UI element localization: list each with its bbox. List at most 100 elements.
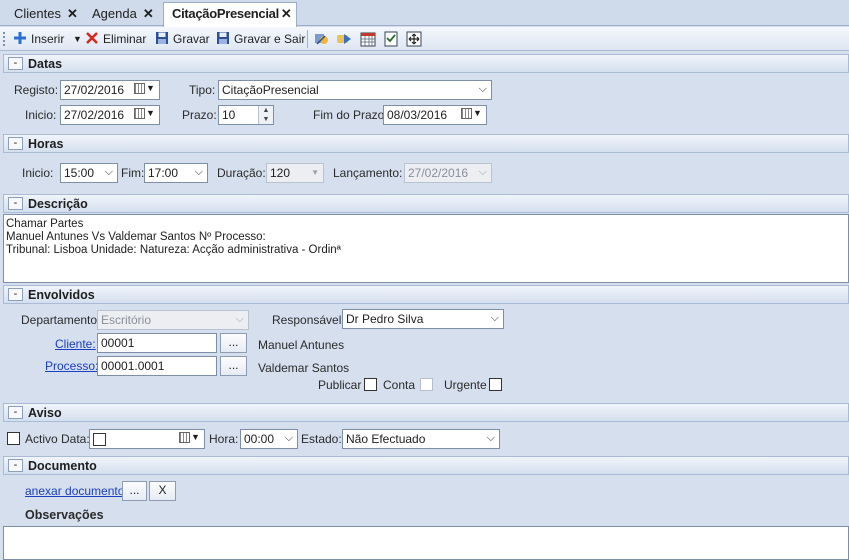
delete-button[interactable]: Eliminar [85,30,146,48]
tab-label: CitaçãoPresencial [172,6,279,21]
urgente-checkbox[interactable] [489,378,502,391]
tab-agenda[interactable]: Agenda ✕ [84,3,158,26]
close-icon[interactable]: ✕ [143,3,154,25]
save-label: Gravar [173,32,210,46]
registo-label: Registo: [14,83,59,97]
collapse-toggle[interactable]: - [8,137,23,150]
hora-inicio-value: 15:00 [64,166,95,180]
descricao-textarea[interactable]: Chamar Partes Manuel Antunes Vs Valdemar… [3,214,849,283]
prazo-label: Prazo: [182,108,217,122]
expand-icon[interactable] [406,31,422,47]
chevron-down-icon: ⌵ [486,432,495,444]
cliente-link[interactable]: Cliente: [55,337,96,351]
aviso-hora-value: 00:00 [244,432,275,446]
anexar-documento-link[interactable]: anexar documento [25,484,124,498]
section-title: Datas [28,57,63,71]
tipo-value: CitaçãoPresencial [222,83,319,97]
section-title: Envolvidos [28,288,95,302]
calendar-dropdown-icon[interactable]: ▼ [461,108,483,122]
collapse-toggle[interactable]: - [8,57,23,70]
section-title: Aviso [28,406,62,420]
duracao-label: Duração: [217,166,266,180]
observacoes-textarea[interactable] [3,526,849,560]
aviso-date-checkbox[interactable] [93,433,106,446]
hora-fim-select[interactable]: 17:00 ⌵ [144,163,208,183]
chevron-down-icon: ▼ [311,168,319,177]
section-title: Documento [28,459,97,473]
collapse-toggle[interactable]: - [8,459,23,472]
descricao-line: Manuel Antunes Vs Valdemar Santos Nº Pro… [6,231,266,243]
calendar-dropdown-icon[interactable]: ▼ [179,432,201,446]
hora-inicio-select[interactable]: 15:00 ⌵ [60,163,118,183]
close-icon[interactable]: ✕ [67,3,78,25]
lancamento-select: 27/02/2016 ⌵ [404,163,492,183]
spin-up-icon[interactable]: ▲ [263,107,270,114]
forward-icon[interactable] [336,31,352,47]
toolbar: Inserir ▼ Eliminar Gravar Gravar e Sair [0,27,849,51]
lancamento-value: 27/02/2016 [408,166,469,180]
documento-browse-button[interactable]: ... [122,481,147,501]
registo-date-field[interactable]: 27/02/2016 ▼ [60,80,160,100]
conta-label: Conta [383,378,416,392]
collapse-toggle[interactable]: - [8,197,23,210]
chevron-down-icon: ⌵ [284,432,293,444]
insert-dropdown-icon[interactable]: ▼ [73,30,82,48]
tipo-select[interactable]: CitaçãoPresencial ⌵ [218,80,492,100]
conta-checkbox [420,378,433,391]
descricao-line: Chamar Partes [6,218,84,230]
collapse-toggle[interactable]: - [8,406,23,419]
publicar-checkbox[interactable] [364,378,377,391]
close-icon[interactable]: ✕ [281,3,292,25]
responsavel-label: Responsável: [272,313,345,327]
chevron-down-icon: ⌵ [194,166,203,178]
fim-prazo-date-field[interactable]: 08/03/2016 ▼ [383,105,487,125]
refresh-icon[interactable] [313,31,329,47]
spin-buttons[interactable]: ▲ ▼ [258,106,273,124]
tab-bar: Clientes ✕ Agenda ✕ CitaçãoPresencial ✕ [0,0,849,27]
calendar-dropdown-icon[interactable]: ▼ [134,83,156,97]
calendar-grid-icon[interactable] [360,31,376,47]
floppy-disk-icon [217,32,229,44]
section-descricao: - Descrição [3,194,849,213]
inicio-date-field[interactable]: 27/02/2016 ▼ [60,105,160,125]
processo-link[interactable]: Processo: [45,359,98,373]
observacoes-title: Observações [25,508,104,522]
processo-name: Valdemar Santos [258,361,350,375]
estado-select[interactable]: Não Efectuado ⌵ [342,429,500,449]
cliente-input[interactable]: 00001 [97,333,217,353]
spin-down-icon[interactable]: ▼ [263,116,270,123]
estado-label: Estado: [301,432,342,446]
plus-icon [14,32,26,44]
documento-remove-button[interactable]: X [149,481,176,501]
responsavel-select[interactable]: Dr Pedro Silva ⌵ [342,309,504,329]
prazo-stepper[interactable]: 10 ▲ ▼ [218,105,274,125]
activo-label: Activo [25,432,58,446]
processo-browse-button[interactable]: ... [220,356,247,376]
save-exit-button[interactable]: Gravar e Sair [216,30,305,48]
section-envolvidos: - Envolvidos [3,285,849,304]
calendar-dropdown-icon[interactable]: ▼ [134,108,156,122]
duracao-select: 120 ▼ [266,163,324,183]
activo-checkbox[interactable] [7,432,20,445]
aviso-date-field[interactable]: ▼ [89,429,205,449]
tab-clientes[interactable]: Clientes ✕ [6,3,82,26]
tab-citacao-presencial[interactable]: CitaçãoPresencial ✕ [163,2,297,27]
urgente-label: Urgente [444,378,487,392]
tab-label: Clientes [14,6,61,21]
chevron-down-icon: ⌵ [490,312,499,324]
save-exit-label: Gravar e Sair [234,32,306,46]
aviso-hora-select[interactable]: 00:00 ⌵ [240,429,298,449]
save-button[interactable]: Gravar [155,30,210,48]
collapse-toggle[interactable]: - [8,288,23,301]
tipo-label: Tipo: [189,83,216,97]
section-aviso: - Aviso [3,403,849,422]
hora-fim-label: Fim: [121,166,145,180]
checklist-icon[interactable] [383,31,399,47]
processo-input[interactable]: 00001.0001 [97,356,217,376]
cliente-browse-button[interactable]: ... [220,333,247,353]
insert-label: Inserir [31,32,65,46]
insert-button[interactable]: Inserir [13,30,64,48]
chevron-down-icon: ⌵ [478,166,487,178]
aviso-data-label: Data: [61,432,90,446]
hora-fim-value: 17:00 [148,166,179,180]
